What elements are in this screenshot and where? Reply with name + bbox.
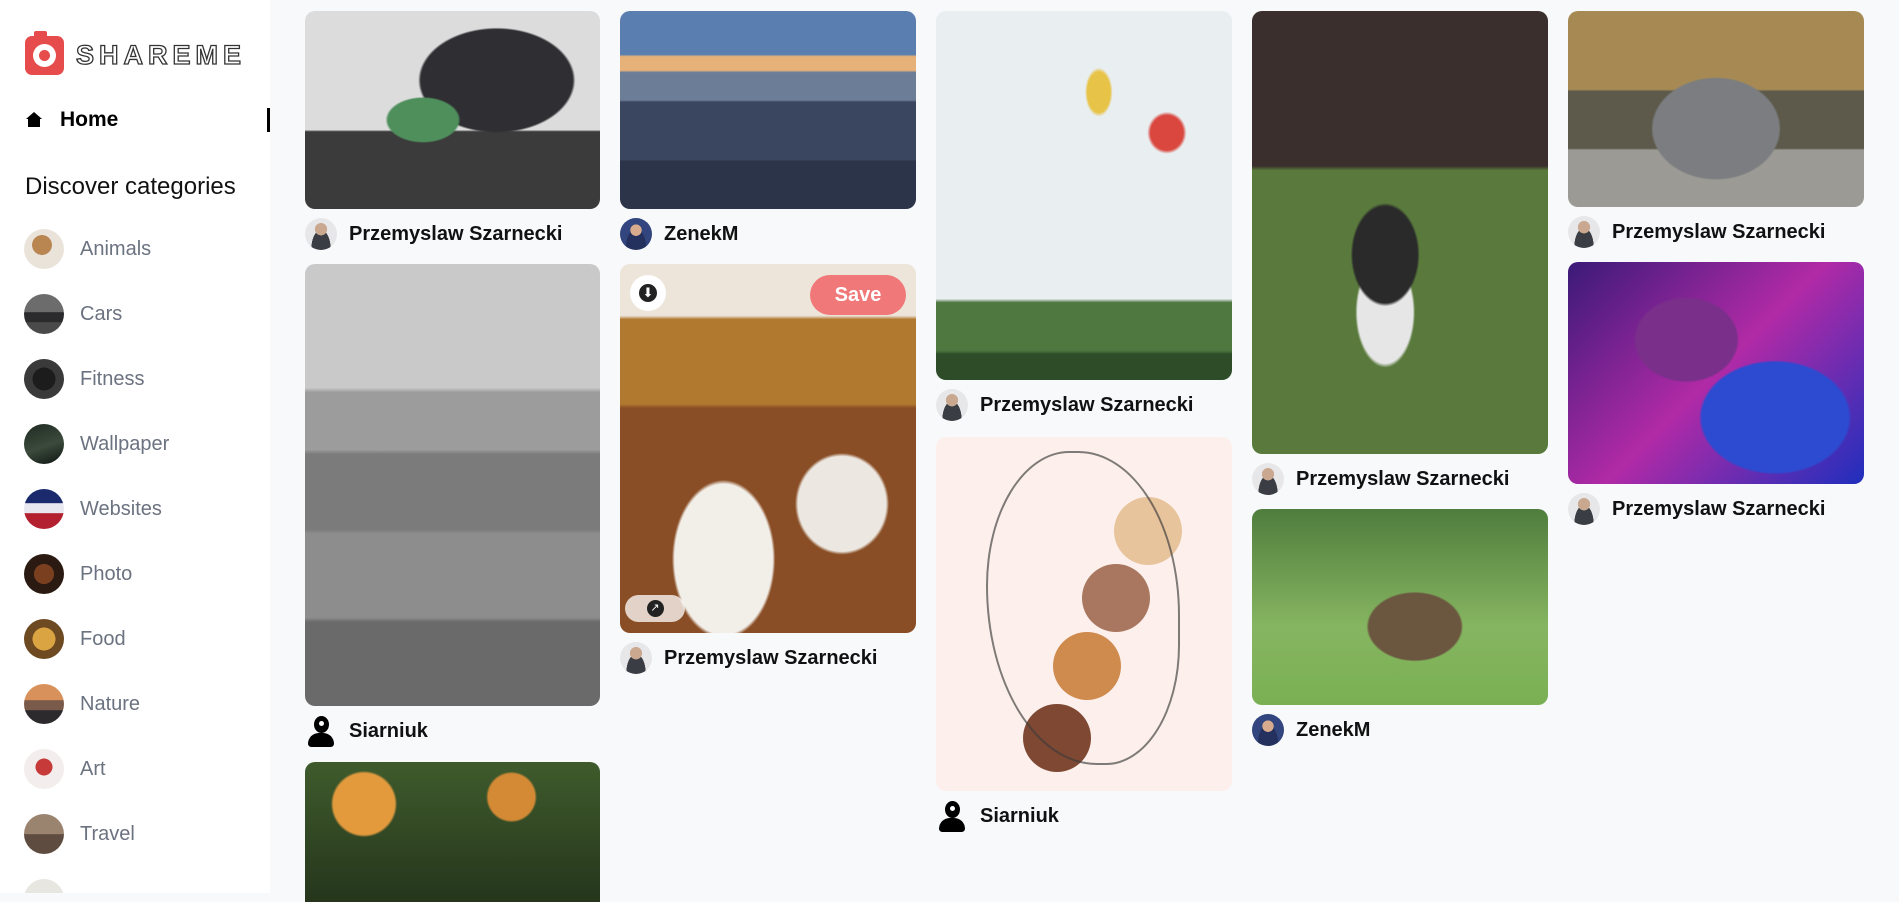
pin-image-gaming[interactable] (1568, 262, 1864, 484)
avatar (1568, 216, 1600, 248)
pin-image-gondola[interactable] (936, 11, 1232, 380)
author-name: Przemyslaw Szarnecki (980, 393, 1194, 416)
author-name: ZenekM (1296, 718, 1371, 741)
pin-card[interactable]: Przemyslaw Szarnecki (1568, 11, 1864, 248)
avatar (1252, 463, 1284, 495)
author-name: Przemyslaw Szarnecki (664, 646, 878, 669)
author-name: Przemyslaw Szarnecki (349, 222, 563, 245)
pin-card[interactable]: Siarniuk (936, 437, 1232, 832)
avatar (936, 389, 968, 421)
save-button[interactable]: Save (810, 275, 906, 315)
pin-author[interactable]: Przemyslaw Szarnecki (305, 218, 600, 250)
pin-feed: Przemyslaw Szarnecki Siarniuk ZenekM ⬇ S… (0, 0, 1899, 902)
pin-image-city[interactable] (620, 11, 916, 209)
avatar (1568, 493, 1600, 525)
pin-author[interactable]: ZenekM (1252, 714, 1548, 746)
avatar (305, 218, 337, 250)
pin-card[interactable]: ZenekM (620, 11, 916, 250)
author-name: Przemyslaw Szarnecki (1296, 467, 1510, 490)
avatar (305, 715, 337, 747)
pin-card[interactable]: Przemyslaw Szarnecki (936, 11, 1232, 421)
pin-author[interactable]: Przemyslaw Szarnecki (936, 389, 1232, 421)
pin-author[interactable]: Przemyslaw Szarnecki (620, 642, 916, 674)
avatar (1252, 714, 1284, 746)
pin-author[interactable]: Przemyslaw Szarnecki (1568, 216, 1864, 248)
author-name: Siarniuk (980, 804, 1059, 827)
pin-card[interactable]: Przemyslaw Szarnecki (1568, 262, 1864, 525)
pin-image-kids[interactable] (305, 264, 600, 706)
author-name: ZenekM (664, 222, 739, 245)
pin-image-car[interactable] (1568, 11, 1864, 207)
pin-card[interactable] (305, 762, 600, 902)
pin-card-hovered[interactable]: ⬇ Save ↗ Przemyslaw Szarnecki (620, 264, 916, 674)
source-link-button[interactable]: ↗ (625, 595, 685, 622)
pin-image-dessert[interactable]: ⬇ Save ↗ (620, 264, 916, 633)
author-name: Przemyslaw Szarnecki (1612, 220, 1826, 243)
pin-author[interactable]: Przemyslaw Szarnecki (1568, 493, 1864, 525)
author-name: Siarniuk (349, 719, 428, 742)
pin-image-art[interactable] (936, 437, 1232, 791)
pin-image-husky[interactable] (1252, 11, 1548, 454)
pin-card[interactable]: Siarniuk (305, 264, 600, 747)
avatar (936, 800, 968, 832)
pin-image-hedgehog[interactable] (1252, 509, 1548, 705)
pin-author[interactable]: Przemyslaw Szarnecki (1252, 463, 1548, 495)
pin-author[interactable]: Siarniuk (305, 715, 600, 747)
pin-image-hacker[interactable] (305, 11, 600, 209)
pin-card[interactable]: ZenekM (1252, 509, 1548, 746)
download-button[interactable]: ⬇ (630, 275, 666, 311)
pin-image-flowers[interactable] (305, 762, 600, 902)
pin-author[interactable]: ZenekM (620, 218, 916, 250)
pin-author[interactable]: Siarniuk (936, 800, 1232, 832)
author-name: Przemyslaw Szarnecki (1612, 497, 1826, 520)
download-icon: ⬇ (639, 284, 657, 302)
avatar (620, 218, 652, 250)
avatar (620, 642, 652, 674)
pin-card[interactable]: Przemyslaw Szarnecki (305, 11, 600, 250)
external-link-icon: ↗ (646, 600, 664, 617)
pin-card[interactable]: Przemyslaw Szarnecki (1252, 11, 1548, 495)
